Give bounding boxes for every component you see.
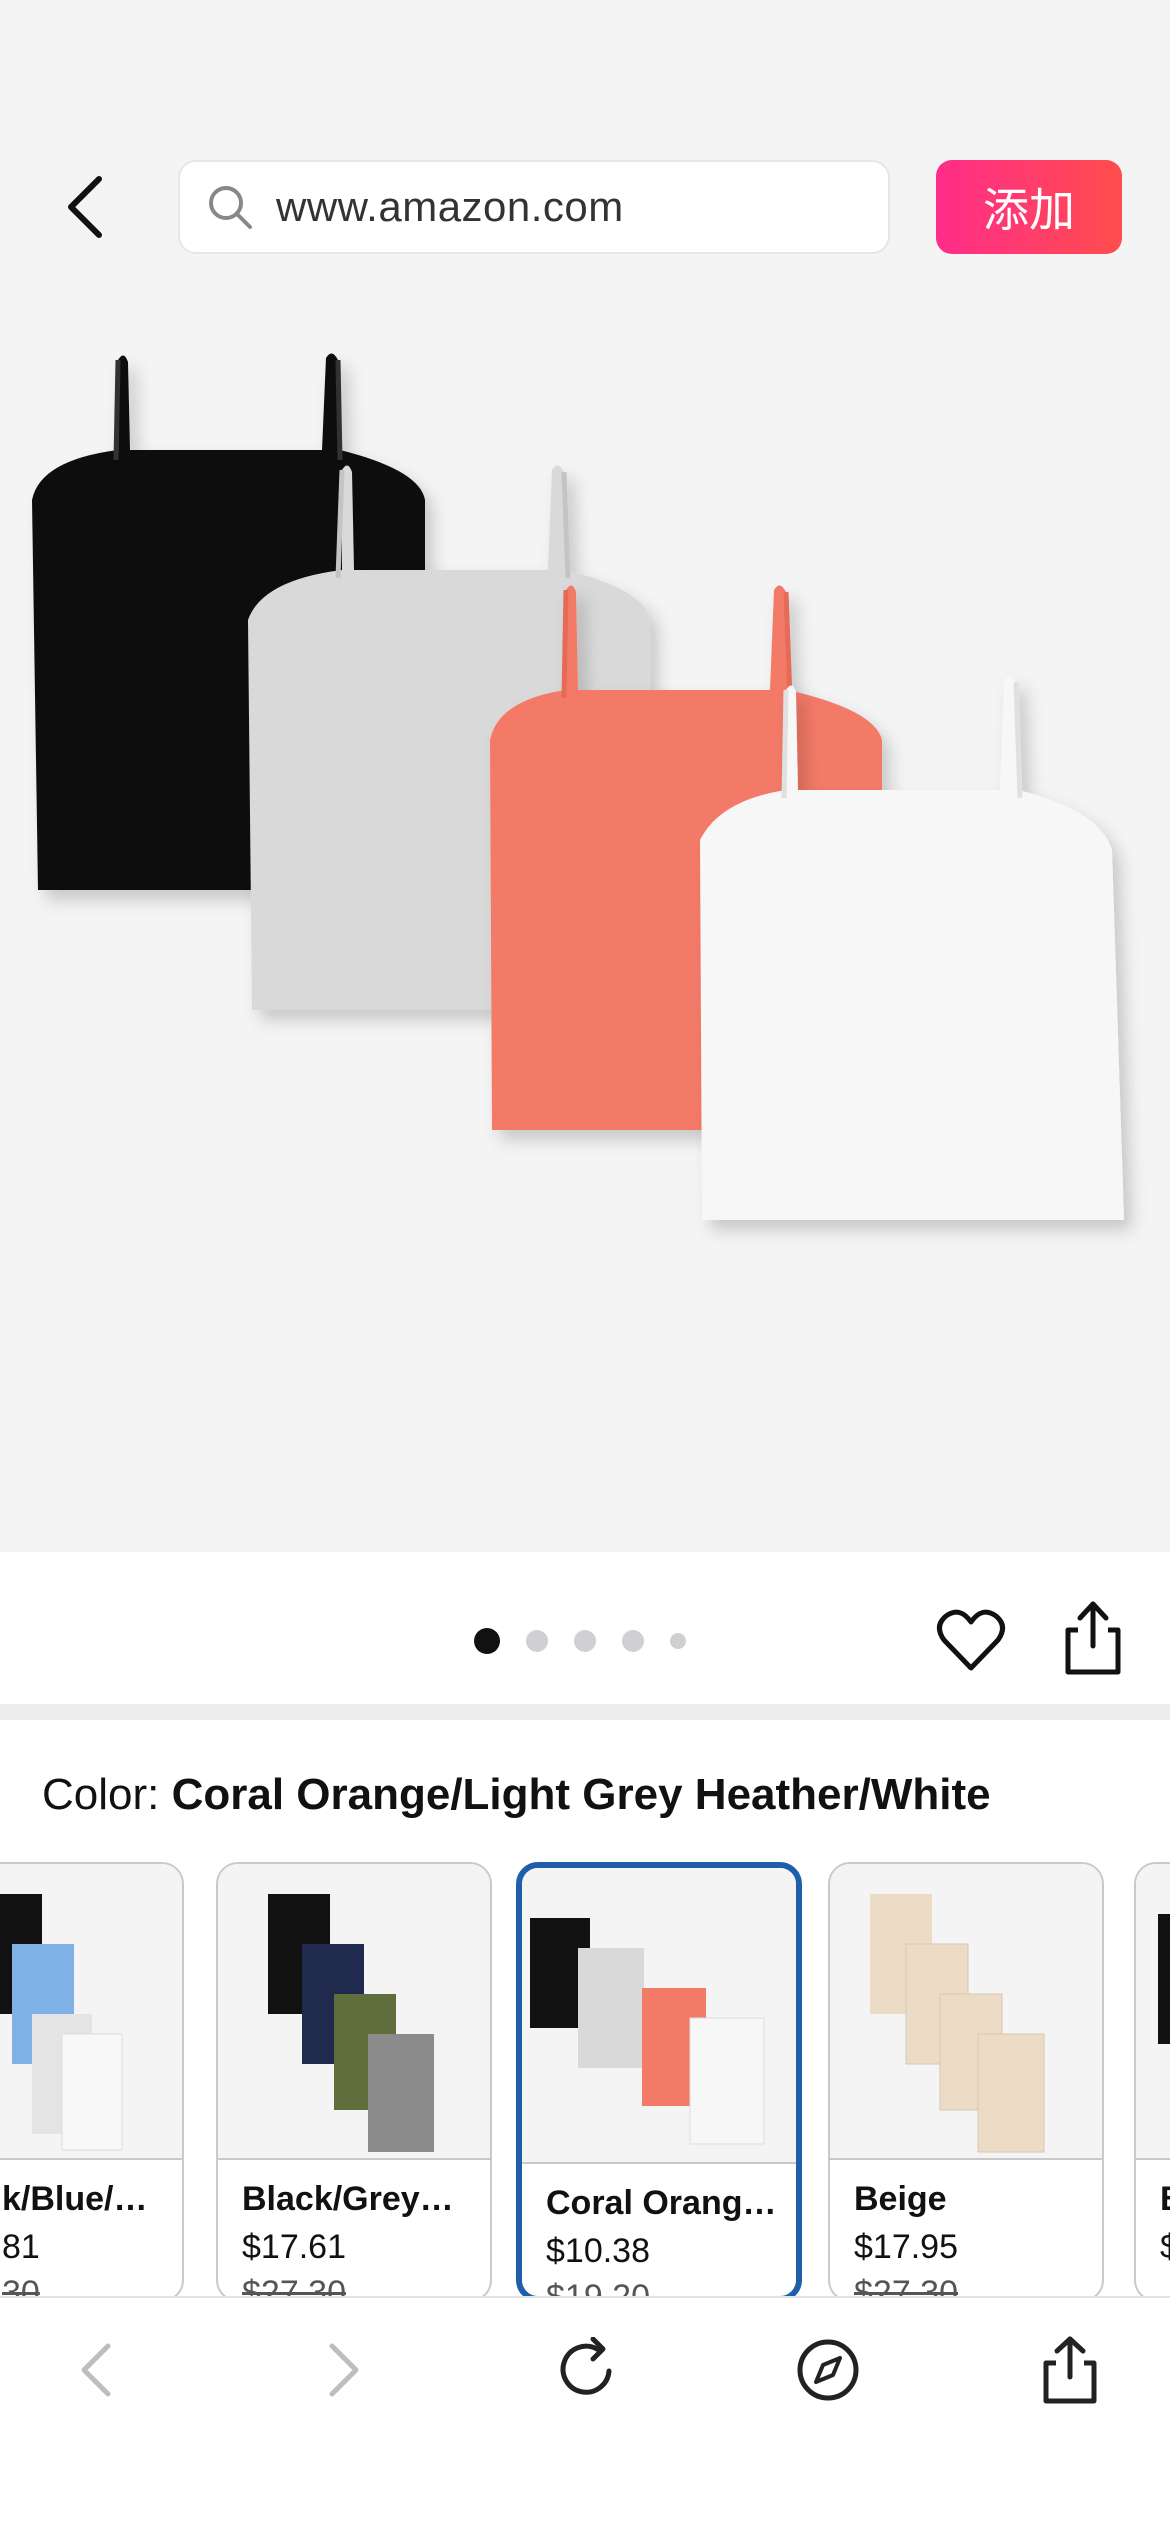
product-image-area: www.amazon.com 添加 [0,0,1170,1552]
compass-icon [797,2339,859,2401]
color-selection-label: Color: Coral Orange/Light Grey Heather/W… [42,1770,991,1820]
swatch-name: k/Blue/… [2,2180,148,2218]
section-divider [0,1704,1170,1720]
browser-toolbar [0,2296,1170,2534]
share-icon [1043,2336,1097,2404]
swatch-old-price: 30 [2,2274,40,2298]
swatch-thumbnail [0,1864,182,2158]
swatch-price: 81 [2,2228,40,2266]
swatch-price: $17.95 [854,2228,958,2266]
share-button[interactable] [1030,2330,1110,2410]
color-swatch-selected[interactable]: Coral Orang… $10.38 $19.20 [516,1862,802,2298]
color-swatch[interactable]: k/Blue/… 81 30 [0,1862,184,2298]
nav-back-button[interactable] [56,2330,136,2410]
page-indicator[interactable] [474,1628,712,1654]
chevron-left-icon [68,176,102,238]
page-dot[interactable] [622,1630,644,1652]
url-search-field[interactable]: www.amazon.com [178,160,890,254]
search-icon [209,186,252,229]
product-image[interactable] [0,340,1170,1260]
nav-forward-button[interactable] [304,2330,384,2410]
color-swatch[interactable]: B $ [1134,1862,1170,2298]
swatch-name: Coral Orang… [546,2184,777,2222]
chevron-right-icon [329,2343,359,2397]
color-swatch[interactable]: Black/Grey… $17.61 $27.30 [216,1862,492,2298]
swatch-price: $ [1160,2228,1170,2267]
reload-button[interactable] [546,2330,626,2410]
swatch-old-price: $27.30 [242,2274,346,2298]
swatch-thumbnail [1136,1864,1170,2158]
swatch-thumbnail [830,1864,1102,2158]
url-text: www.amazon.com [276,183,624,230]
page-dot[interactable] [574,1630,596,1652]
color-swatch[interactable]: Beige $17.95 $27.30 [828,1862,1104,2298]
color-label: Color: [42,1770,172,1819]
heart-icon[interactable] [936,1606,1006,1676]
chevron-left-icon [81,2343,111,2397]
page-dot[interactable] [670,1633,686,1649]
swatch-thumbnail [218,1864,490,2158]
swatch-name: Black/Grey… [242,2180,454,2218]
page-dot[interactable] [526,1630,548,1652]
share-icon[interactable] [1062,1600,1124,1676]
color-value: Coral Orange/Light Grey Heather/White [171,1770,991,1819]
add-button[interactable]: 添加 [936,160,1122,254]
swatch-name: Beige [854,2180,947,2218]
swatch-price: $10.38 [546,2232,650,2270]
top-bar: www.amazon.com 添加 [0,150,1170,264]
compass-button[interactable] [788,2330,868,2410]
swatch-thumbnail [522,1868,796,2162]
swatch-old-price: $27.30 [854,2274,958,2298]
color-swatches: k/Blue/… 81 30 Black/Grey… $17.61 $27.30 [0,1858,1170,2298]
swatch-price: $17.61 [242,2228,346,2266]
swatch-old-price: $19.20 [546,2278,650,2298]
reload-icon [560,2337,612,2395]
back-button[interactable] [50,170,120,244]
swatch-name: B [1160,2180,1170,2219]
page-dot[interactable] [474,1628,500,1654]
